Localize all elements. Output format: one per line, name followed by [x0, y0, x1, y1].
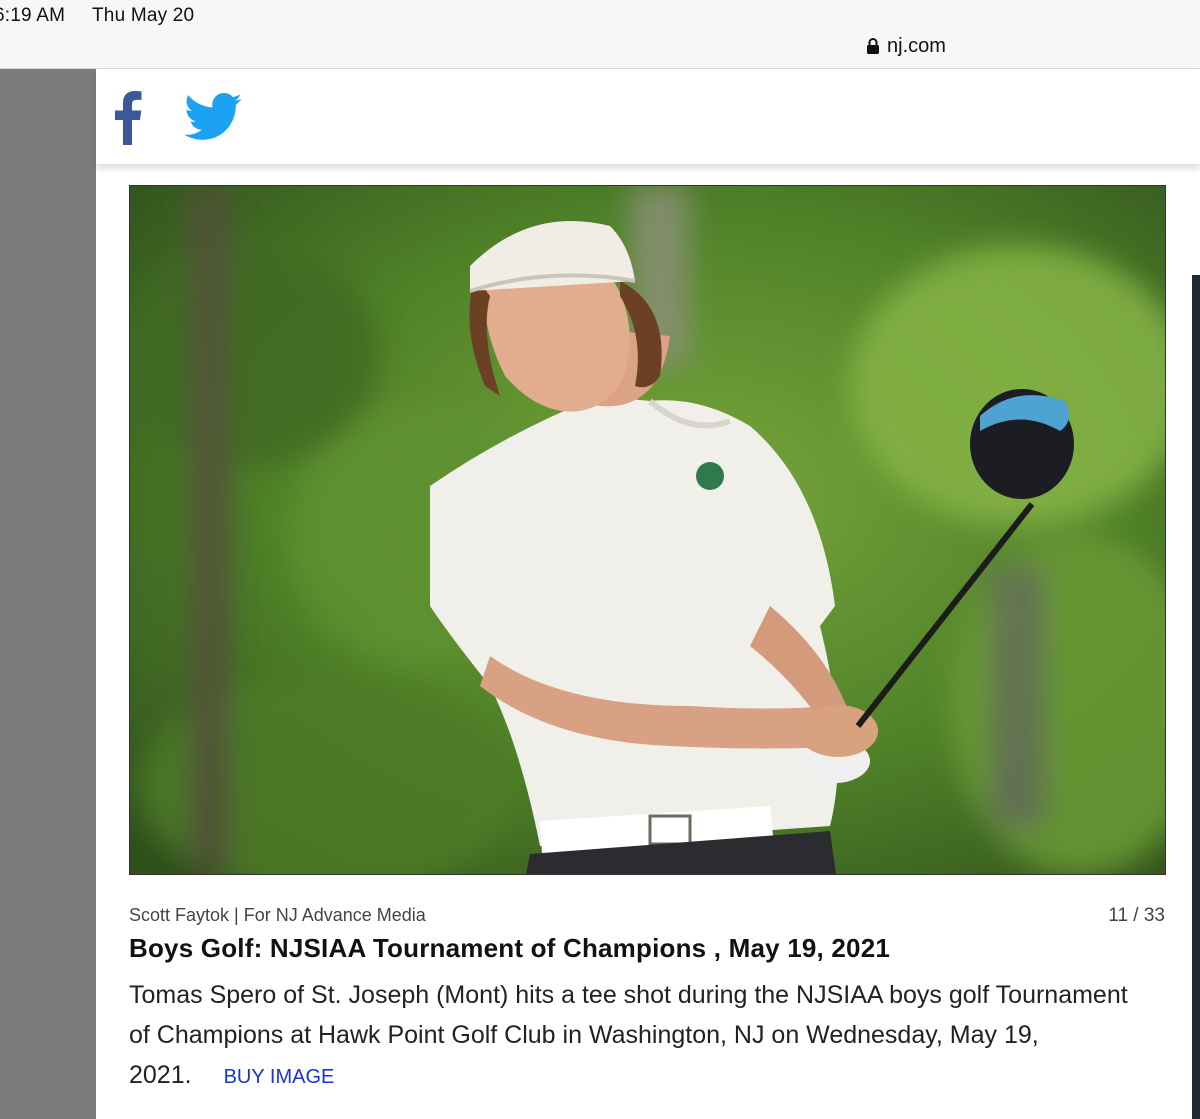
photo-caption: Tomas Spero of St. Joseph (Mont) hits a …	[129, 975, 1139, 1097]
share-bar	[96, 69, 1200, 165]
gallery-counter: 11 / 33	[1108, 905, 1165, 926]
address-domain: nj.com	[887, 34, 946, 57]
gallery-photo[interactable]	[129, 185, 1166, 875]
gallery-title: Boys Golf: NJSIAA Tournament of Champion…	[129, 933, 891, 963]
lock-icon	[867, 38, 879, 54]
next-slide-edge[interactable]	[1192, 275, 1200, 1119]
golfer-photo-illustration	[130, 186, 1165, 874]
facebook-icon[interactable]	[110, 89, 144, 145]
status-time: 6:19 AM	[0, 5, 66, 26]
address-bar[interactable]: nj.com	[866, 33, 946, 59]
buy-image-link[interactable]: BUY IMAGE	[224, 1066, 335, 1088]
twitter-icon[interactable]	[184, 93, 242, 141]
browser-top-bar: 6:19 AM Thu May 20 nj.com	[0, 0, 1200, 69]
gallery-content: Scott Faytok | For NJ Advance Media 11 /…	[96, 69, 1200, 1119]
photo-credit: Scott Faytok | For NJ Advance Media	[129, 905, 426, 925]
left-gutter	[0, 69, 96, 1119]
status-date: Thu May 20	[92, 5, 195, 26]
